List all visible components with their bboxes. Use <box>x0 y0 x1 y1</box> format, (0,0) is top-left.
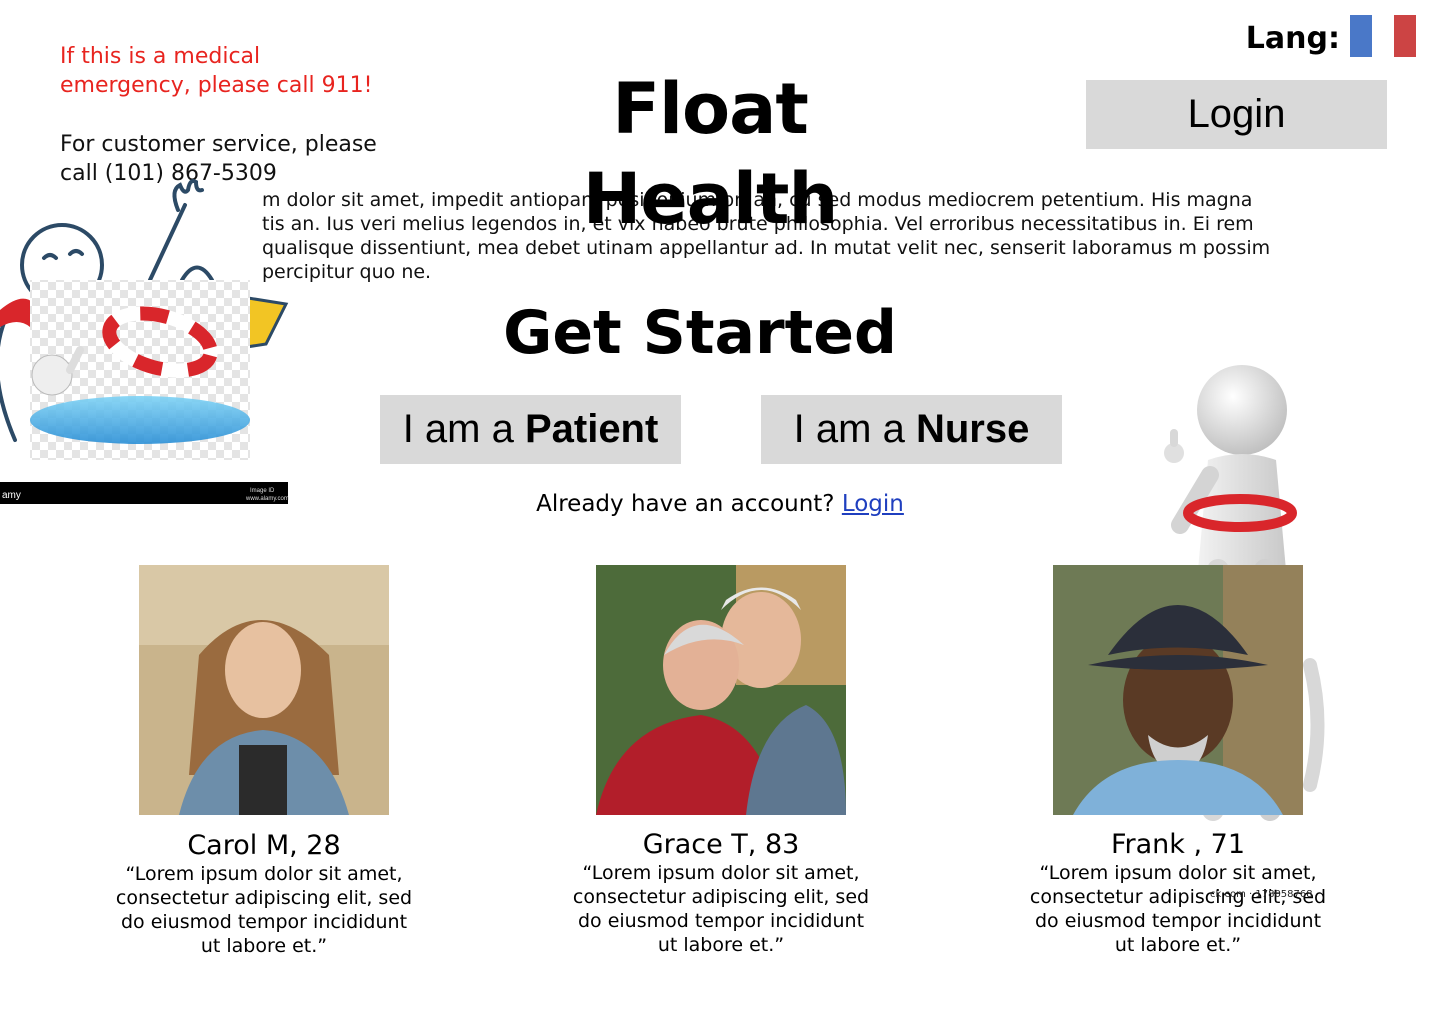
testimonial-name-grace: Grace T, 83 <box>642 829 800 860</box>
testimonial-quote-carol: “Lorem ipsum dolor sit amet, consectetur… <box>115 863 413 957</box>
svg-text:www.alamy.com: www.alamy.com <box>245 496 289 502</box>
brand-title: Float Health <box>582 68 839 240</box>
stock-watermark: ck.com · 178058768 <box>1210 889 1313 900</box>
drowning-illustration: amy Image ID www.alamy.com <box>0 179 289 504</box>
patient-button[interactable]: I am a Patient <box>380 395 681 464</box>
nurse-button-role: Nurse <box>915 407 1030 451</box>
patient-button-role: Patient <box>524 407 659 451</box>
emergency-notice: If this is a medical emergency, please c… <box>60 44 373 98</box>
grace-photo <box>596 565 846 815</box>
testimonial-quote-grace: “Lorem ipsum dolor sit amet, consectetur… <box>572 862 870 956</box>
account-prompt: Already have an account? Login <box>420 488 1020 520</box>
frank-photo <box>1053 565 1303 815</box>
patient-button-prefix: I am a <box>402 407 525 451</box>
login-button[interactable]: Login <box>1086 80 1387 149</box>
account-login-link[interactable]: Login <box>842 491 904 517</box>
french-flag-icon[interactable] <box>1350 15 1416 57</box>
nurse-button-prefix: I am a <box>793 407 916 451</box>
testimonial-quote-frank: “Lorem ipsum dolor sit amet, consectetur… <box>1029 862 1327 956</box>
testimonial-name-frank: Frank , 71 <box>1110 829 1246 860</box>
get-started-heading: Get Started <box>503 298 897 368</box>
svg-text:Image ID: Image ID <box>250 488 275 494</box>
account-prompt-text: Already have an account? <box>536 491 835 517</box>
language-label: Lang: <box>1245 21 1340 56</box>
carol-photo <box>139 565 389 815</box>
svg-text:amy: amy <box>2 490 21 501</box>
nurse-button[interactable]: I am a Nurse <box>761 395 1062 464</box>
testimonial-name-carol: Carol M, 28 <box>187 830 341 861</box>
